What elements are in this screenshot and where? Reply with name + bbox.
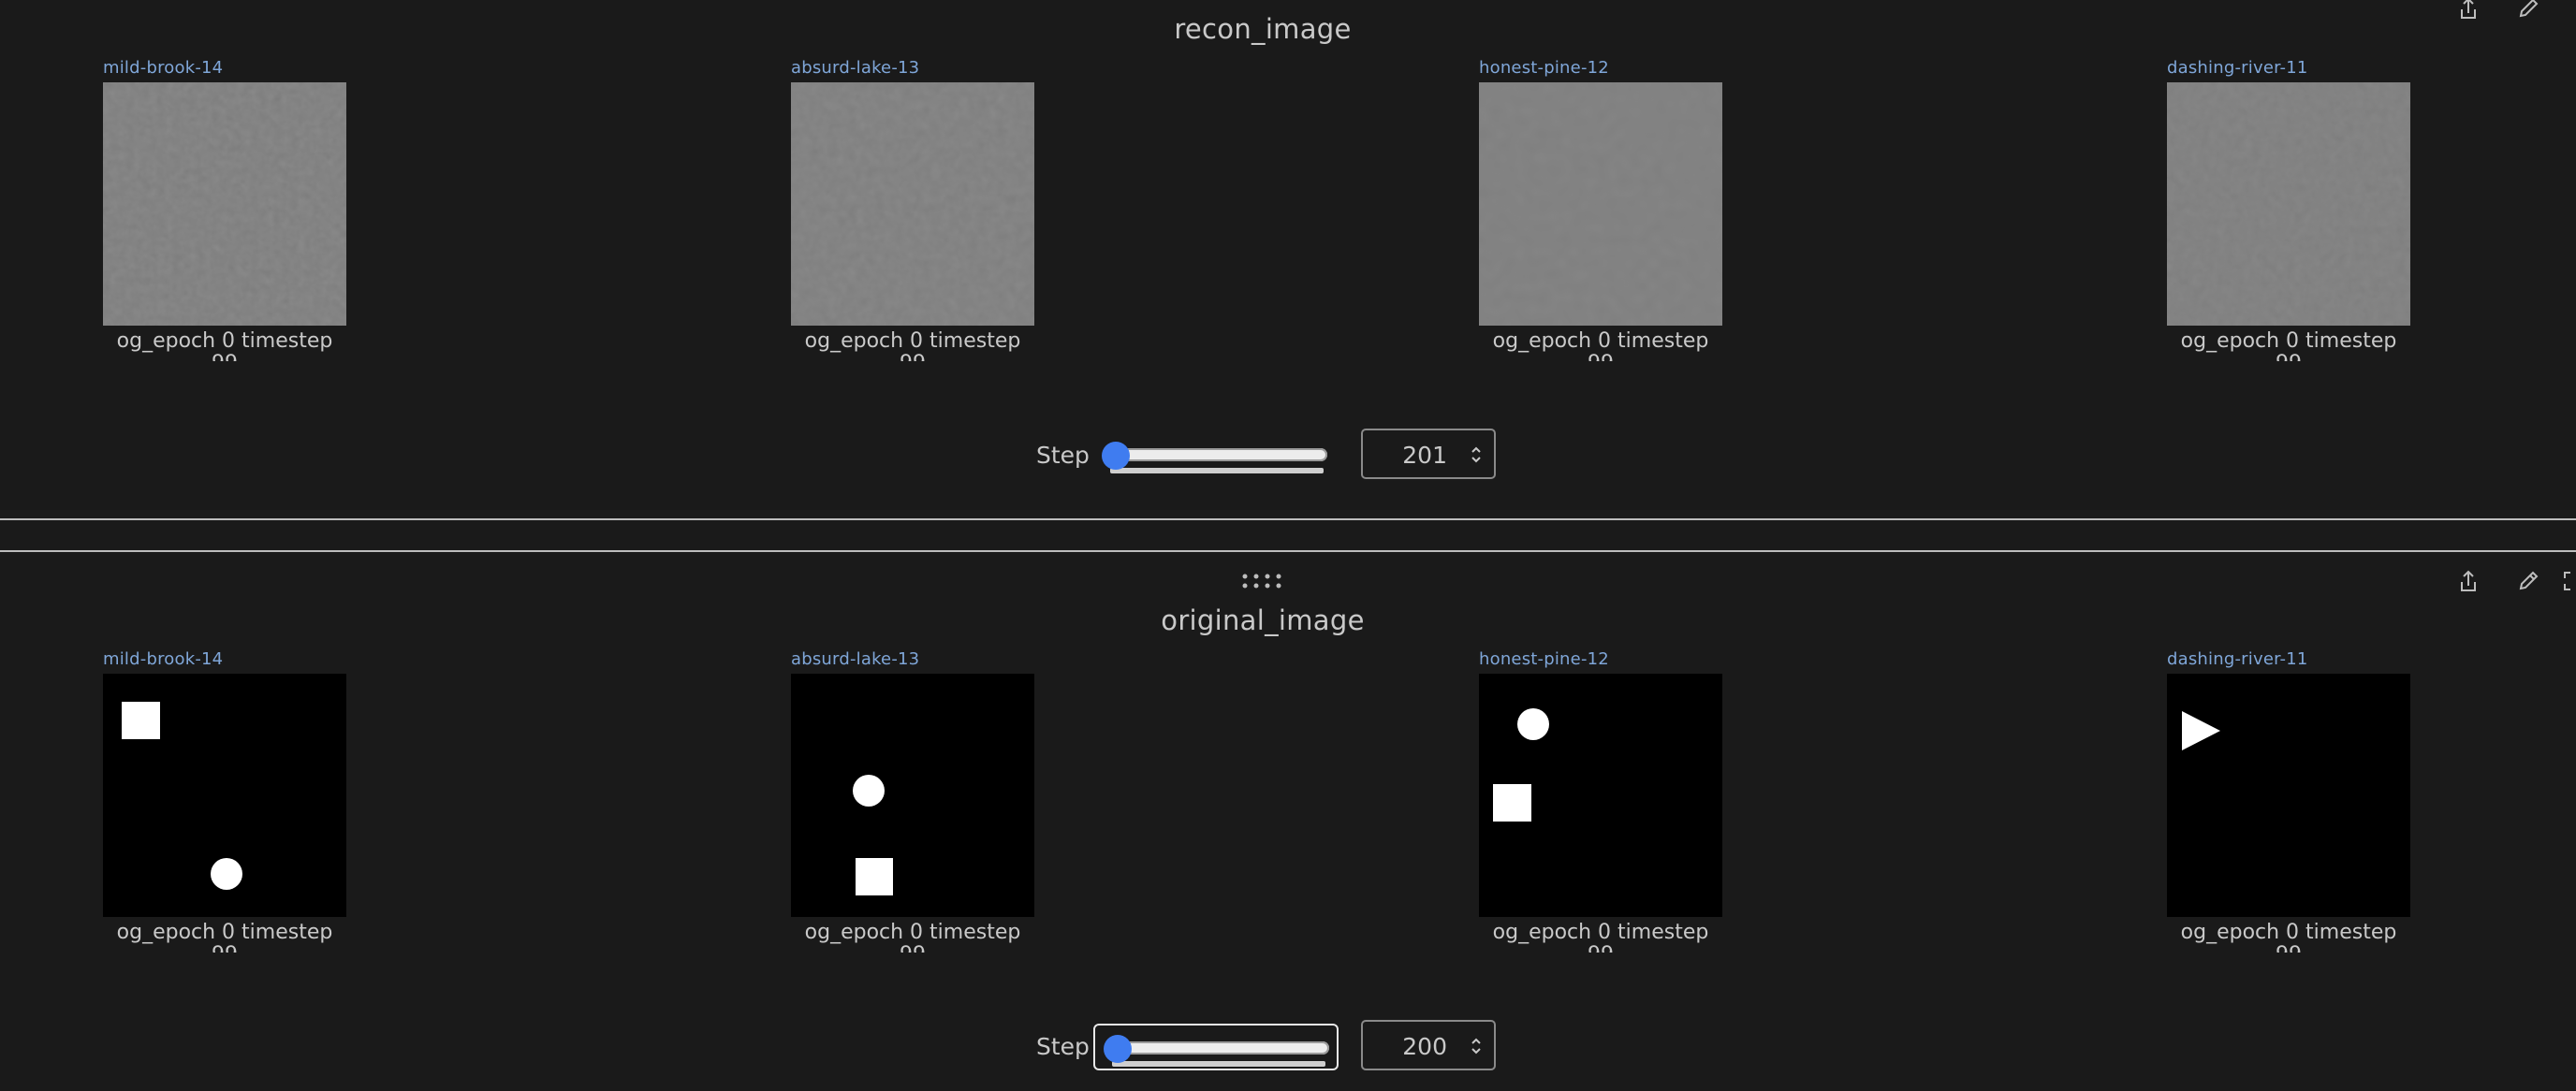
image-caption: og_epoch 0 timestep <box>804 921 1021 944</box>
run-name-link[interactable]: absurd-lake-13 <box>791 649 919 669</box>
panel-title: original_image <box>1161 604 1365 636</box>
step-number-input[interactable]: 201 <box>1361 429 1496 479</box>
slider-thumb[interactable] <box>1102 442 1130 470</box>
recon-image[interactable] <box>791 82 1034 326</box>
step-control: Step 200 <box>0 1020 2576 1076</box>
step-value: 201 <box>1402 442 1447 469</box>
image-caption: og_epoch 0 timestep <box>1492 921 1709 944</box>
recon-image[interactable] <box>103 82 346 326</box>
image-caption: og_epoch 0 timestep <box>116 329 333 353</box>
original-image[interactable] <box>2167 674 2410 917</box>
image-caption: og_epoch 0 timestep <box>804 329 1021 353</box>
fullscreen-icon[interactable] <box>2557 565 2576 597</box>
slider-range-bar <box>1110 468 1324 473</box>
spinner-arrows-icon[interactable] <box>1470 444 1483 465</box>
image-caption-continued: 99 <box>2167 354 2410 361</box>
panel-title: recon_image <box>1174 13 1352 45</box>
slider-track <box>1106 1041 1329 1055</box>
run-name-link[interactable]: mild-brook-14 <box>103 649 223 669</box>
image-caption-continued: 99 <box>791 945 1034 953</box>
run-name-link[interactable]: honest-pine-12 <box>1479 649 1609 669</box>
panel-recon-image: recon_image mild-brook-14 og_epoch 0 tim… <box>0 0 2576 519</box>
image-caption-continued: 99 <box>1479 354 1722 361</box>
step-value: 200 <box>1402 1033 1447 1060</box>
slider-track <box>1105 448 1327 461</box>
image-caption-continued: 99 <box>791 354 1034 361</box>
recon-image[interactable] <box>2167 82 2410 326</box>
slider-range-bar <box>1112 1061 1325 1067</box>
run-name-link[interactable]: honest-pine-12 <box>1479 58 1609 78</box>
original-image[interactable] <box>1479 674 1722 917</box>
image-caption-continued: 99 <box>103 354 346 361</box>
share-icon[interactable] <box>2452 565 2484 597</box>
run-name-link[interactable]: dashing-river-11 <box>2167 649 2308 669</box>
drag-handle-icon[interactable] <box>1241 573 1284 596</box>
pencil-icon[interactable] <box>2512 565 2544 597</box>
panel-original-image: original_image mild-brook-14 og_epoch 0 … <box>0 552 2576 1091</box>
run-name-link[interactable]: absurd-lake-13 <box>791 58 919 78</box>
run-name-link[interactable]: mild-brook-14 <box>103 58 223 78</box>
step-slider[interactable] <box>1093 432 1339 479</box>
slider-thumb[interactable] <box>1104 1035 1132 1063</box>
step-number-input[interactable]: 200 <box>1361 1020 1496 1070</box>
image-caption-continued: 99 <box>1479 945 1722 953</box>
run-name-link[interactable]: dashing-river-11 <box>2167 58 2308 78</box>
step-control: Step 201 <box>0 429 2576 485</box>
image-caption: og_epoch 0 timestep <box>1492 329 1709 353</box>
image-caption: og_epoch 0 timestep <box>2180 329 2397 353</box>
image-caption: og_epoch 0 timestep <box>116 921 333 944</box>
original-image[interactable] <box>791 674 1034 917</box>
image-caption: og_epoch 0 timestep <box>2180 921 2397 944</box>
image-caption-continued: 99 <box>103 945 346 953</box>
spinner-arrows-icon[interactable] <box>1470 1036 1483 1056</box>
step-label: Step <box>1036 1033 1090 1060</box>
panel-divider <box>0 518 2576 520</box>
step-label: Step <box>1036 442 1090 469</box>
image-caption-continued: 99 <box>2167 945 2410 953</box>
step-slider[interactable] <box>1093 1024 1339 1070</box>
original-image[interactable] <box>103 674 346 917</box>
recon-image[interactable] <box>1479 82 1722 326</box>
